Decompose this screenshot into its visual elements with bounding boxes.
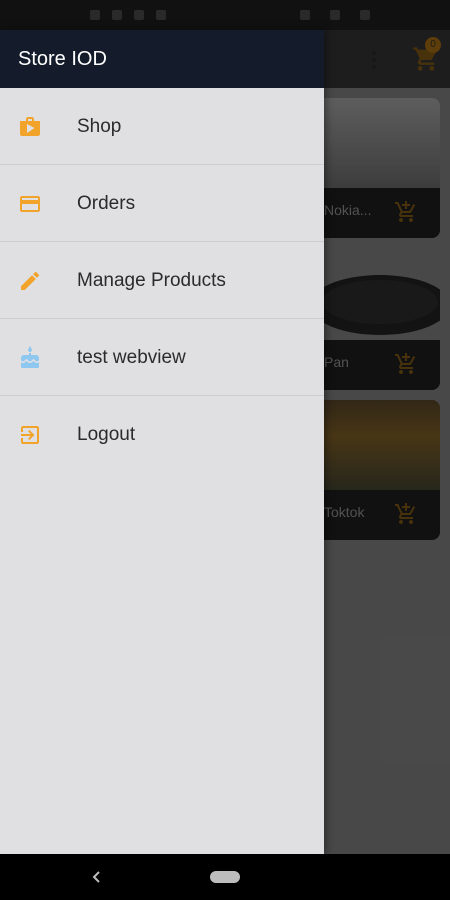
- drawer-item-label: Orders: [77, 193, 136, 214]
- drawer-item-orders[interactable]: Orders: [0, 166, 324, 242]
- shop-icon: [18, 115, 42, 139]
- notification-icon: [90, 10, 100, 20]
- notification-icon: [134, 10, 144, 20]
- drawer-item-manage-products[interactable]: Manage Products: [0, 243, 324, 319]
- notification-icon: [112, 10, 122, 20]
- drawer-item-label: Manage Products: [77, 270, 226, 291]
- drawer-item-shop[interactable]: Shop: [0, 89, 324, 165]
- wifi-icon: [330, 10, 340, 20]
- cake-icon: [18, 346, 42, 370]
- logout-icon: [18, 423, 42, 447]
- status-bar: [0, 0, 450, 30]
- drawer-header: Store IOD: [0, 30, 324, 88]
- drawer-item-logout[interactable]: Logout: [0, 397, 324, 473]
- drawer-item-test-webview[interactable]: test webview: [0, 320, 324, 396]
- back-icon[interactable]: [88, 868, 106, 886]
- drawer-item-label: Shop: [77, 116, 122, 137]
- navigation-drawer: Store IOD Shop Orders Manage Products te…: [0, 30, 324, 854]
- drawer-item-label: test webview: [77, 347, 186, 368]
- notification-icon: [156, 10, 166, 20]
- home-pill-button[interactable]: [210, 871, 240, 883]
- credit-card-icon: [18, 192, 42, 216]
- battery-icon: [360, 10, 370, 20]
- drawer-item-label: Logout: [77, 424, 136, 445]
- signal-icon: [300, 10, 310, 20]
- edit-icon: [18, 269, 42, 293]
- app-title: Store IOD: [18, 48, 107, 70]
